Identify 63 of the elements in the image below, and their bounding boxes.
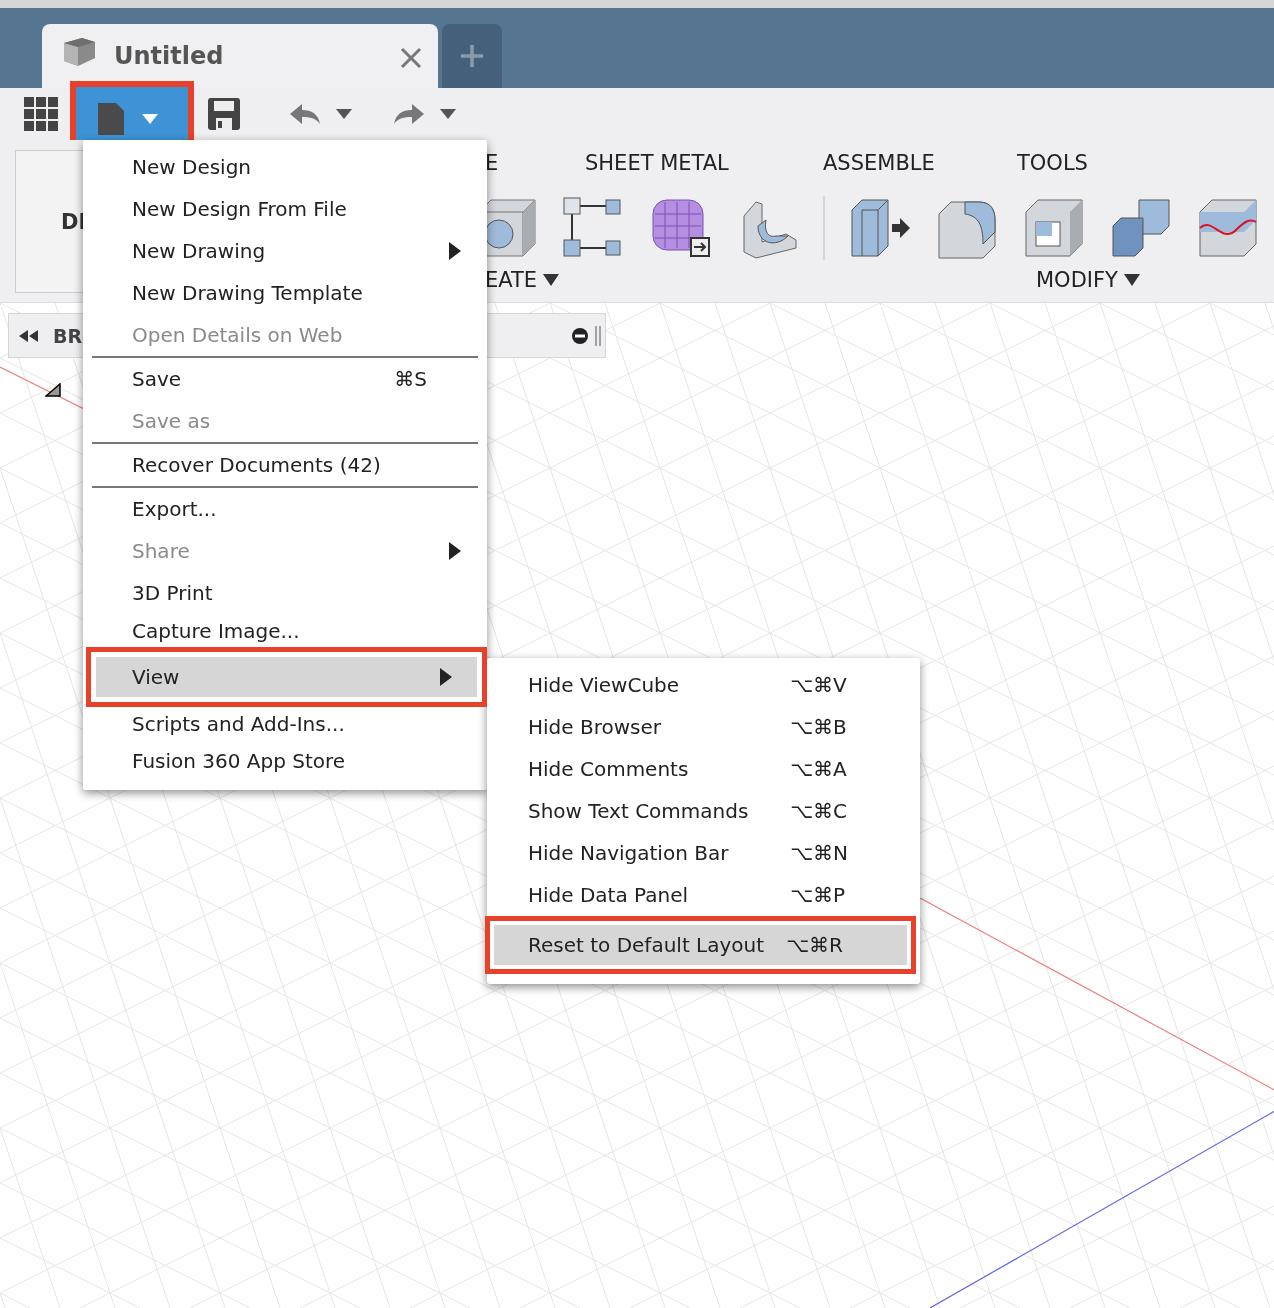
stepped-blocks-icon[interactable] — [1109, 196, 1173, 260]
ribbon-tab[interactable]: ASSEMBLE — [823, 151, 1017, 175]
menu-item[interactable]: Hide Comments ⌥⌘A — [487, 748, 920, 790]
menu-item[interactable]: New Drawing Template — [83, 272, 487, 314]
caret-icon — [1123, 274, 1140, 286]
menu-item[interactable]: New Design From File — [83, 188, 487, 230]
grid-cube-icon[interactable] — [649, 196, 713, 260]
minus-circle-icon[interactable] — [571, 326, 589, 345]
menu-item[interactable]: Hide Navigation Bar ⌥⌘N — [487, 832, 920, 874]
submenu-arrow-icon — [449, 242, 461, 260]
group-dropdown[interactable]: MODIFY — [1036, 268, 1140, 292]
group-dropdown[interactable]: EATE — [485, 268, 1036, 292]
menu-item[interactable]: Show Text Commands ⌥⌘C — [487, 790, 920, 832]
caret-icon — [440, 109, 456, 119]
group-label: MODIFY — [1036, 268, 1118, 292]
group-label: EATE — [485, 268, 538, 292]
menu-item[interactable]: View — [86, 647, 487, 707]
menu-item[interactable]: Save ⌘S — [83, 358, 487, 400]
close-icon[interactable] — [400, 47, 422, 69]
document-tab[interactable]: Untitled — [42, 24, 438, 88]
shortcut-text: ⌥⌘V — [790, 673, 848, 697]
redo-button[interactable] — [392, 102, 456, 126]
menu-item[interactable]: 3D Print — [83, 572, 487, 614]
undo-button[interactable] — [288, 102, 352, 126]
ribbon-tab[interactable]: SHEET METAL — [585, 151, 823, 175]
caret-icon — [543, 274, 560, 286]
menu-item[interactable]: Hide Browser ⌥⌘B — [487, 706, 920, 748]
app-grid-icon[interactable] — [24, 97, 58, 131]
submenu-arrow-icon — [449, 542, 461, 560]
caret-icon — [142, 114, 158, 124]
plus-icon — [460, 44, 484, 68]
menu-item[interactable]: Hide ViewCube ⌥⌘V — [487, 664, 920, 706]
shortcut-text: ⌥⌘P — [790, 883, 847, 907]
tab-title: Untitled — [114, 42, 225, 70]
shortcut-text: ⌥⌘R — [786, 933, 844, 957]
collapse-icon[interactable] — [19, 329, 39, 342]
shortcut-text: ⌥⌘C — [790, 799, 848, 823]
cube-icon — [62, 37, 96, 67]
shortcut-text: ⌥⌘B — [790, 715, 848, 739]
submenu-arrow-icon — [440, 668, 452, 686]
menu-item[interactable]: Recover Documents (42) — [83, 444, 487, 486]
wave-surface-icon[interactable] — [1196, 196, 1260, 260]
undo-icon — [288, 102, 322, 126]
shortcut-text: ⌥⌘N — [790, 841, 849, 865]
menu-item[interactable]: Capture Image... — [83, 614, 487, 647]
shortcut-text: ⌥⌘A — [790, 757, 848, 781]
document-icon — [98, 103, 124, 135]
ribbon-tab[interactable]: TOOLS — [1017, 151, 1088, 175]
menu-item[interactable]: Reset to Default Layout ⌥⌘R — [485, 916, 916, 974]
menu-item[interactable]: Fusion 360 App Store — [83, 740, 487, 782]
caret-icon — [336, 109, 352, 119]
menu-item[interactable]: Scripts and Add-Ins... — [83, 707, 487, 740]
save-icon[interactable] — [208, 98, 240, 130]
menu-item[interactable]: New Drawing — [83, 230, 487, 272]
shortcut-text: ⌘S — [394, 367, 427, 391]
menu-item[interactable]: Export... — [83, 488, 487, 530]
menu-item[interactable]: Hide Data Panel ⌥⌘P — [487, 874, 920, 916]
triangle-marker-icon — [45, 383, 61, 397]
browser-title: BR — [53, 324, 83, 347]
shell-box-icon[interactable] — [1022, 196, 1086, 260]
redo-icon — [392, 102, 426, 126]
menu-item[interactable]: New Design — [83, 146, 487, 188]
push-pull-icon[interactable] — [848, 196, 912, 260]
